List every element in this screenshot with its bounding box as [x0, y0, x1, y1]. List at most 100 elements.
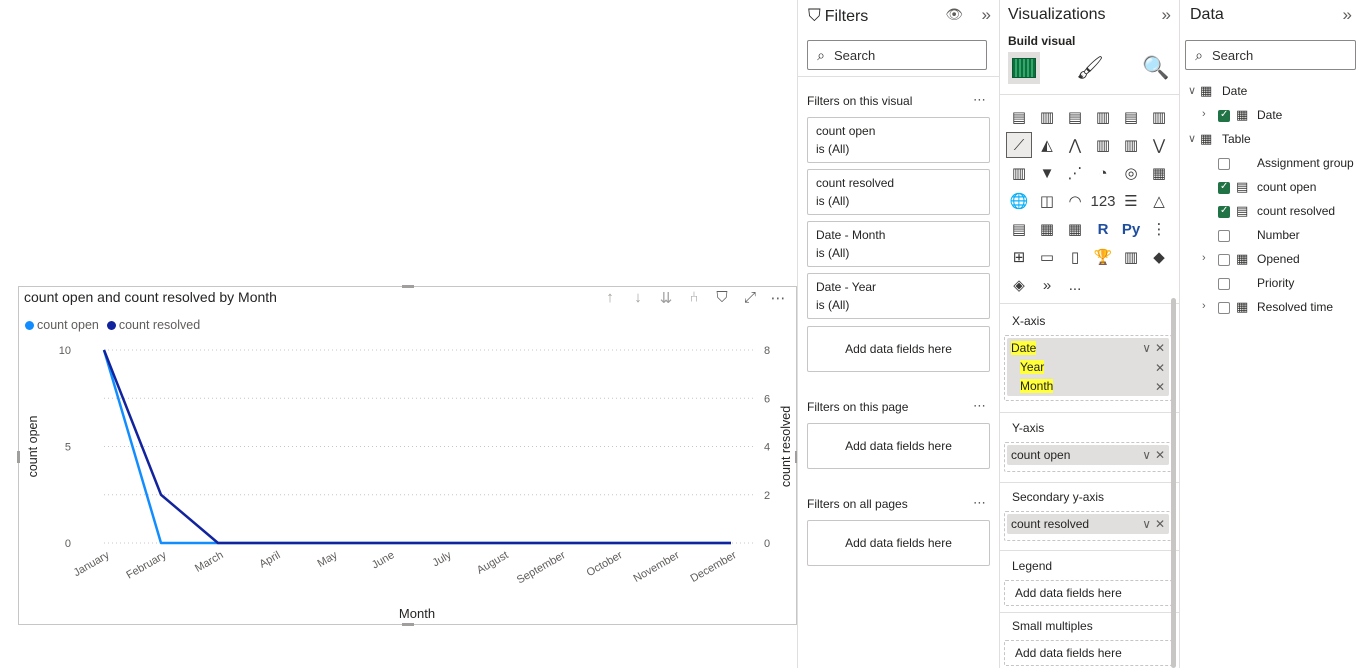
remove-month-icon[interactable]: ✕: [1155, 377, 1165, 397]
more-icon[interactable]: ⋯: [973, 92, 987, 108]
build-visual-tab[interactable]: [1008, 52, 1040, 84]
remove-field-icon[interactable]: ✕: [1155, 514, 1165, 534]
chevron-down-icon[interactable]: ∨: [1188, 132, 1196, 145]
tree-row[interactable]: Priority: [1180, 272, 1360, 296]
visual-type-icon[interactable]: R: [1090, 216, 1116, 242]
visual-type-icon[interactable]: 123: [1090, 188, 1116, 214]
xaxis-well[interactable]: Date ∨ ✕ Year ✕ Month ✕: [1004, 335, 1172, 401]
collapse-visualizations-icon[interactable]: »: [1162, 5, 1171, 25]
visual-type-icon[interactable]: ▥: [1034, 104, 1060, 130]
visual-type-icon[interactable]: ⋀: [1062, 132, 1088, 158]
visual-type-icon[interactable]: ▥: [1118, 244, 1144, 270]
filter-card-date-year[interactable]: Date - Year is (All): [807, 273, 990, 319]
visual-type-icon[interactable]: ▯: [1062, 244, 1088, 270]
chevron-down-icon[interactable]: ∨: [1142, 514, 1151, 534]
visual-type-icon[interactable]: ▤: [1006, 216, 1032, 242]
collapse-filters-icon[interactable]: »: [982, 5, 991, 25]
chevron-down-icon[interactable]: ∨: [1142, 445, 1151, 465]
chevron-down-icon[interactable]: ∨: [1142, 338, 1151, 358]
field-checkbox[interactable]: [1218, 254, 1230, 266]
visual-type-icon[interactable]: ⋰: [1062, 160, 1088, 186]
visual-type-icon[interactable]: ⋮: [1146, 216, 1172, 242]
visual-type-icon[interactable]: ▦: [1062, 216, 1088, 242]
secondary-yaxis-field-pill[interactable]: count resolved ∨ ✕: [1007, 514, 1169, 534]
visual-type-icon[interactable]: ◆: [1146, 244, 1172, 270]
filters-search-input[interactable]: ⌕ Search: [807, 40, 987, 70]
filter-card-count-open[interactable]: count open is (All): [807, 117, 990, 163]
visual-type-icon[interactable]: ◔: [1090, 160, 1116, 186]
visual-type-icon[interactable]: ▤: [1006, 104, 1032, 130]
visual-type-icon[interactable]: ▥: [1146, 104, 1172, 130]
tree-row[interactable]: › ▦ Date: [1180, 104, 1360, 128]
xaxis-hierarchy-pill[interactable]: Date ∨ ✕ Year ✕ Month ✕: [1007, 338, 1169, 396]
chevron-right-icon[interactable]: ›: [1202, 300, 1206, 312]
all-pages-filters-dropzone[interactable]: Add data fields here: [807, 520, 990, 566]
visual-type-icon[interactable]: ⟋: [1006, 132, 1032, 158]
tree-row[interactable]: ∨ ▦ Table: [1180, 128, 1360, 152]
visual-type-icon[interactable]: ▥: [1090, 132, 1116, 158]
visual-type-icon[interactable]: ◠: [1062, 188, 1088, 214]
field-checkbox[interactable]: [1218, 181, 1230, 194]
visual-filters-dropzone[interactable]: Add data fields here: [807, 326, 990, 372]
visual-type-icon[interactable]: ...: [1062, 272, 1088, 298]
visual-type-icon[interactable]: ⋁: [1146, 132, 1172, 158]
tree-row[interactable]: ∨ ▦ Date: [1180, 80, 1360, 104]
yaxis-well[interactable]: count open ∨ ✕: [1004, 442, 1172, 472]
visual-type-icon[interactable]: »: [1034, 272, 1060, 298]
visual-type-icon[interactable]: ◈: [1006, 272, 1032, 298]
visual-type-icon[interactable]: ▦: [1034, 216, 1060, 242]
visual-type-icon[interactable]: ◫: [1034, 188, 1060, 214]
visual-type-icon[interactable]: ▤: [1062, 104, 1088, 130]
visual-type-icon[interactable]: ◎: [1118, 160, 1144, 186]
secondary-yaxis-well[interactable]: count resolved ∨ ✕: [1004, 511, 1172, 541]
line-chart-visual[interactable]: count open and count resolved by Month ↑…: [17, 285, 798, 626]
report-canvas[interactable]: count open and count resolved by Month ↑…: [0, 0, 798, 668]
visual-type-icon[interactable]: 🏆: [1090, 244, 1116, 270]
collapse-data-icon[interactable]: »: [1343, 5, 1352, 25]
chart-plot[interactable]: 0 2 4 6 8 0 5 10 count open count resolved Month Ja…: [19, 287, 798, 626]
data-search-input[interactable]: ⌕ Search: [1185, 40, 1356, 70]
format-visual-tab[interactable]: 🖌: [1074, 52, 1106, 84]
visual-type-icon[interactable]: ▼: [1034, 160, 1060, 186]
eye-icon[interactable]: 👁: [945, 6, 963, 23]
filter-card-count-resolved[interactable]: count resolved is (All): [807, 169, 990, 215]
visual-type-icon[interactable]: ▥: [1006, 160, 1032, 186]
analytics-tab[interactable]: 🔍: [1140, 52, 1172, 84]
visual-type-icon[interactable]: Py: [1118, 216, 1144, 242]
visual-type-icon[interactable]: ▭: [1034, 244, 1060, 270]
legend-well[interactable]: Add data fields here: [1004, 580, 1172, 606]
remove-year-icon[interactable]: ✕: [1155, 358, 1165, 378]
remove-field-icon[interactable]: ✕: [1155, 445, 1165, 465]
filter-card-date-month[interactable]: Date - Month is (All): [807, 221, 990, 267]
tree-row[interactable]: ▤ count resolved: [1180, 200, 1360, 224]
field-checkbox[interactable]: [1218, 230, 1230, 242]
page-filters-dropzone[interactable]: Add data fields here: [807, 423, 990, 469]
field-checkbox[interactable]: [1218, 278, 1230, 290]
more-icon[interactable]: ⋯: [973, 495, 987, 511]
chevron-down-icon[interactable]: ∨: [1188, 84, 1196, 97]
visual-type-icon[interactable]: ☰: [1118, 188, 1144, 214]
more-icon[interactable]: ⋯: [973, 398, 987, 414]
tree-row[interactable]: › ▦ Resolved time: [1180, 296, 1360, 320]
tree-row[interactable]: Number: [1180, 224, 1360, 248]
visual-type-icon[interactable]: ◭: [1034, 132, 1060, 158]
field-checkbox[interactable]: [1218, 302, 1230, 314]
visual-type-icon[interactable]: ⊞: [1006, 244, 1032, 270]
field-checkbox[interactable]: [1218, 109, 1230, 122]
chevron-right-icon[interactable]: ›: [1202, 252, 1206, 264]
tree-row[interactable]: › ▦ Opened: [1180, 248, 1360, 272]
field-checkbox[interactable]: [1218, 158, 1230, 170]
visual-type-icon[interactable]: △: [1146, 188, 1172, 214]
small-multiples-well[interactable]: Add data fields here: [1004, 640, 1172, 666]
chevron-right-icon[interactable]: ›: [1202, 108, 1206, 120]
visualizations-scrollbar[interactable]: [1171, 298, 1176, 668]
visual-type-icon[interactable]: ▥: [1118, 132, 1144, 158]
visual-type-icon[interactable]: ▦: [1146, 160, 1172, 186]
field-checkbox[interactable]: [1218, 205, 1230, 218]
visual-type-icon[interactable]: 🌐: [1006, 188, 1032, 214]
tree-row[interactable]: ▤ count open: [1180, 176, 1360, 200]
tree-row[interactable]: Assignment group: [1180, 152, 1360, 176]
remove-field-icon[interactable]: ✕: [1155, 338, 1165, 358]
visual-type-icon[interactable]: ▤: [1118, 104, 1144, 130]
yaxis-field-pill[interactable]: count open ∨ ✕: [1007, 445, 1169, 465]
